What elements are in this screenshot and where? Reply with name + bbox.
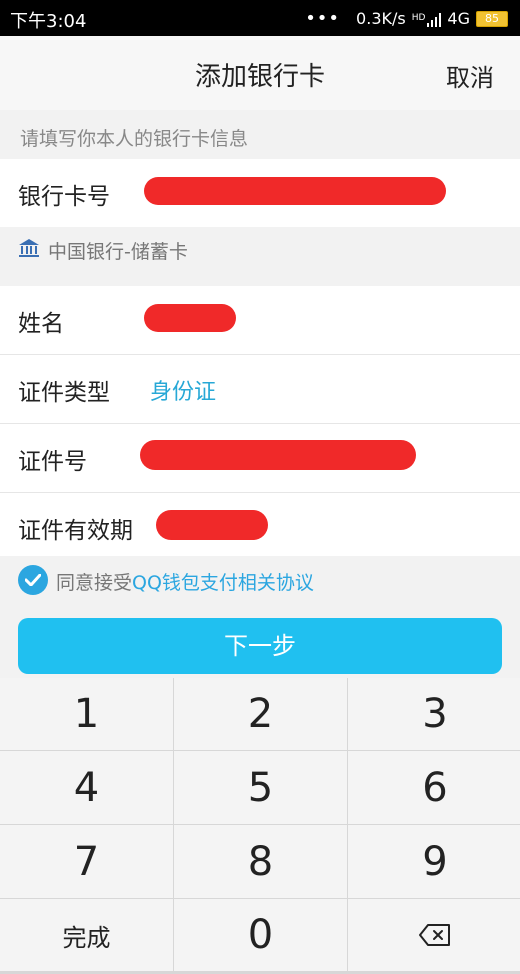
agreement-row: 同意接受QQ钱包支付相关协议 — [0, 556, 520, 606]
status-right: ••• 0.3K/s HD 4G 85 — [305, 8, 508, 29]
backspace-key[interactable] — [348, 899, 520, 971]
cancel-button[interactable]: 取消 — [446, 58, 494, 93]
page-title: 添加银行卡 — [194, 62, 325, 92]
id-validity-label: 证件有效期 — [18, 518, 133, 544]
key-0[interactable]: 0 — [174, 899, 347, 971]
bank-info: 中国银行-储蓄卡 — [0, 227, 520, 285]
bank-card-label: 银行卡号 — [18, 184, 110, 210]
name-row[interactable]: 姓名 — [0, 286, 520, 354]
id-type-value[interactable]: 身份证 — [150, 374, 216, 406]
network-speed: 0.3K/s — [356, 9, 406, 28]
redacted-id-validity — [156, 510, 268, 540]
id-type-row[interactable]: 证件类型 身份证 — [0, 355, 520, 423]
status-dots: ••• — [305, 8, 341, 29]
status-time: 下午3:04 — [10, 11, 87, 32]
signal-icon — [427, 12, 442, 27]
key-3[interactable]: 3 — [348, 678, 520, 750]
status-bar: 下午3:04 ••• 0.3K/s HD 4G 85 — [0, 0, 520, 36]
redacted-id-number — [140, 440, 416, 470]
id-validity-row[interactable]: 证件有效期 — [0, 493, 520, 561]
key-6[interactable]: 6 — [348, 751, 520, 824]
battery-icon: 85 — [476, 10, 508, 27]
numeric-keypad: 1 2 3 4 5 6 7 8 9 完成 0 — [0, 678, 520, 974]
backspace-icon — [419, 924, 450, 946]
bank-icon — [19, 239, 39, 257]
check-icon[interactable] — [18, 565, 48, 595]
id-number-label: 证件号 — [18, 449, 87, 475]
key-7[interactable]: 7 — [0, 825, 173, 898]
id-number-row[interactable]: 证件号 — [0, 424, 520, 492]
key-2[interactable]: 2 — [174, 678, 347, 750]
agreement-text: 同意接受QQ钱包支付相关协议 — [56, 568, 314, 595]
key-1[interactable]: 1 — [0, 678, 173, 750]
key-5[interactable]: 5 — [174, 751, 347, 824]
next-step-button[interactable]: 下一步 — [18, 618, 502, 674]
network-type: 4G — [447, 9, 470, 28]
key-4[interactable]: 4 — [0, 751, 173, 824]
agreement-link[interactable]: QQ钱包支付相关协议 — [132, 572, 314, 594]
done-key[interactable]: 完成 — [0, 899, 173, 971]
redacted-name — [144, 304, 236, 332]
key-8[interactable]: 8 — [174, 825, 347, 898]
header: 添加银行卡 取消 — [0, 36, 520, 110]
agreement-prefix: 同意接受 — [56, 572, 133, 594]
id-type-label: 证件类型 — [18, 380, 110, 406]
hd-label: HD — [411, 13, 426, 23]
redacted-bank-card-number — [144, 177, 446, 205]
key-9[interactable]: 9 — [348, 825, 520, 898]
form-hint: 请填写你本人的银行卡信息 — [20, 128, 249, 150]
bank-name: 中国银行-储蓄卡 — [48, 241, 188, 263]
name-label: 姓名 — [18, 311, 64, 337]
bank-card-row[interactable]: 银行卡号 — [0, 159, 520, 227]
